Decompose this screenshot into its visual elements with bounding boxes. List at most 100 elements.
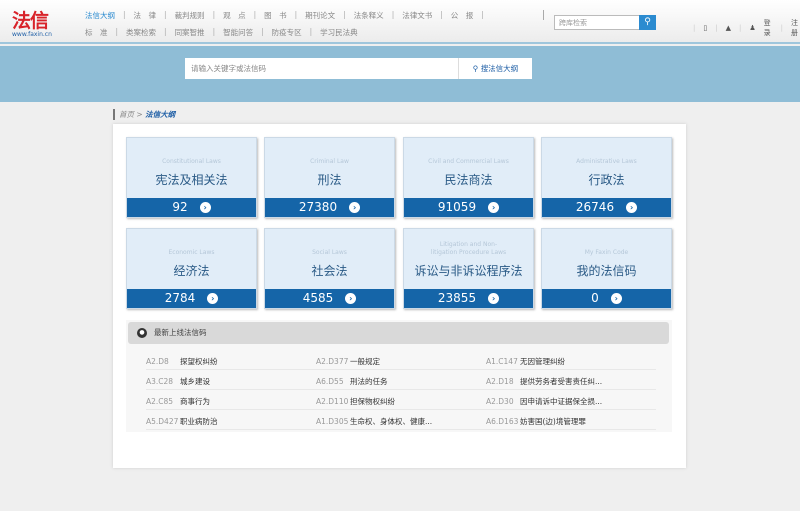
law-category-card[interactable]: My Faxin Code 我的法信码 0 › bbox=[541, 228, 672, 309]
card-count: 92 bbox=[172, 200, 188, 214]
card-english-label: Litigation and Non-litigation Procedure … bbox=[430, 241, 507, 256]
law-category-card[interactable]: Criminal Law 刑法 27380 › bbox=[264, 137, 395, 218]
nav-row-2: 标 准 | 类案检索 | 同案智推 | 智能问答 | 防疫专区 | 学习民法典 bbox=[85, 27, 358, 38]
card-title: 经济法 bbox=[173, 264, 210, 278]
card-count-bar[interactable]: 27380 › bbox=[265, 198, 394, 217]
code-title[interactable]: 探望权纠纷 bbox=[180, 357, 218, 366]
chevron-right-icon[interactable]: › bbox=[610, 293, 622, 304]
list-item[interactable]: A6.D163 妨害国(边)境管理罪 bbox=[486, 413, 656, 429]
nav-separator: | bbox=[212, 10, 216, 19]
logo[interactable]: 法信 bbox=[12, 6, 49, 33]
card-count-bar[interactable]: 2784 › bbox=[127, 289, 256, 308]
nav-separator: | bbox=[440, 10, 443, 19]
code-title[interactable]: 一般规定 bbox=[350, 357, 380, 366]
table-row: A2.C85 商事行为 A2.D110 担保物权纠纷 A2.D30 因申请诉中证据保全损.… bbox=[146, 393, 656, 410]
code-title[interactable]: 提供劳务者受害责任纠... bbox=[520, 377, 602, 386]
chevron-right-icon[interactable]: › bbox=[349, 202, 361, 213]
nav-item[interactable]: 标 准 bbox=[85, 27, 108, 38]
list-item[interactable]: A1.C147 无因管理纠纷 bbox=[486, 353, 656, 369]
card-count-bar[interactable]: 26746 › bbox=[542, 198, 671, 217]
list-item[interactable]: A2.D377 一般规定 bbox=[316, 353, 486, 369]
code-title[interactable]: 刑法的任务 bbox=[350, 377, 388, 386]
list-item[interactable]: A2.C85 商事行为 bbox=[146, 393, 316, 409]
nav-item[interactable]: 学习民法典 bbox=[320, 27, 358, 38]
card-english-label: Administrative Laws bbox=[576, 158, 637, 165]
card-count: 26746 bbox=[575, 200, 615, 214]
card-count-bar[interactable]: 0 › bbox=[542, 289, 671, 308]
code-title[interactable]: 商事行为 bbox=[180, 397, 210, 406]
nav-separator: | bbox=[391, 10, 395, 19]
chevron-right-icon[interactable]: › bbox=[488, 293, 500, 304]
cross-search-input[interactable]: 跨库检索 bbox=[554, 15, 640, 30]
table-row: A3.C28 城乡建设 A6.D55 刑法的任务 A2.D18 提供劳务者受害责任纠... bbox=[146, 373, 656, 390]
nav-item[interactable]: 防疫专区 bbox=[272, 27, 302, 38]
nav-item[interactable]: 法律文书 bbox=[402, 10, 432, 21]
breadcrumb-sep: > bbox=[136, 110, 143, 119]
search-icon[interactable]: ⚲ bbox=[639, 15, 656, 30]
card-title: 我的法信码 bbox=[576, 264, 637, 278]
nav-item[interactable]: 观 点 bbox=[223, 10, 246, 21]
card-count-bar[interactable]: 23855 › bbox=[404, 289, 533, 308]
law-category-card[interactable]: Litigation and Non-litigation Procedure … bbox=[403, 228, 534, 309]
nav-separator: | bbox=[309, 27, 313, 36]
faxin-code: A2.D8 bbox=[146, 357, 169, 366]
list-item[interactable]: A2.D110 担保物权纠纷 bbox=[316, 393, 486, 409]
chevron-right-icon[interactable]: › bbox=[626, 202, 638, 213]
register-link[interactable]: 注册 bbox=[791, 18, 800, 38]
faxin-code: A2.D377 bbox=[316, 357, 349, 366]
list-item[interactable]: A5.D427 职业病防治 bbox=[146, 413, 316, 429]
chevron-right-icon[interactable]: › bbox=[488, 202, 500, 213]
faxin-code: A3.C28 bbox=[146, 377, 174, 386]
law-category-card[interactable]: Constitutional Laws 宪法及相关法 92 › bbox=[126, 137, 257, 218]
table-row: A5.D427 职业病防治 A1.D305 生命权、身体权、健康... A6.D163 妨… bbox=[146, 413, 656, 430]
code-title[interactable]: 无因管理纠纷 bbox=[520, 357, 565, 366]
card-count: 2784 bbox=[164, 291, 196, 305]
faxin-code: A1.C147 bbox=[486, 357, 518, 366]
card-count-bar[interactable]: 92 › bbox=[127, 198, 256, 217]
list-item[interactable]: A1.D305 生命权、身体权、健康... bbox=[316, 413, 486, 429]
chevron-right-icon[interactable]: › bbox=[199, 202, 211, 213]
keyword-search-input[interactable]: 请输入关键字或法信码 bbox=[185, 58, 458, 79]
list-item[interactable]: A3.C28 城乡建设 bbox=[146, 373, 316, 389]
code-title[interactable]: 妨害国(边)境管理罪 bbox=[520, 417, 586, 426]
card-english-label: Constitutional Laws bbox=[162, 158, 221, 165]
nav-item[interactable]: 期刊论文 bbox=[305, 10, 335, 21]
nav-item[interactable]: 类案检索 bbox=[126, 27, 156, 38]
nav-item[interactable]: 同案智推 bbox=[175, 27, 205, 38]
table-row: A2.D8 探望权纠纷 A2.D377 一般规定 A1.C147 无因管理纠纷 bbox=[146, 353, 656, 370]
law-category-card[interactable]: Social Laws 社会法 4585 › bbox=[264, 228, 395, 309]
nav-item[interactable]: 法 律 bbox=[134, 10, 157, 21]
nav-item[interactable]: 法条释义 bbox=[354, 10, 384, 21]
faxin-code: A6.D163 bbox=[486, 417, 519, 426]
list-item[interactable]: A2.D30 因申请诉中证据保全损... bbox=[486, 393, 656, 409]
faxin-code: A2.D110 bbox=[316, 397, 349, 406]
card-count-bar[interactable]: 4585 › bbox=[265, 289, 394, 308]
list-item[interactable]: A6.D55 刑法的任务 bbox=[316, 373, 486, 389]
nav-item[interactable]: 公 报 bbox=[451, 10, 474, 21]
law-category-card[interactable]: Administrative Laws 行政法 26746 › bbox=[541, 137, 672, 218]
nav-separator: | bbox=[164, 10, 167, 19]
search-outline-button[interactable]: ⚲ 搜法信大纲 bbox=[458, 58, 532, 79]
card-title: 诉讼与非诉讼程序法 bbox=[414, 264, 523, 278]
code-title[interactable]: 生命权、身体权、健康... bbox=[350, 417, 432, 426]
nav-separator: | bbox=[212, 27, 216, 36]
chevron-right-icon[interactable]: › bbox=[207, 293, 219, 304]
list-item[interactable]: A2.D8 探望权纠纷 bbox=[146, 353, 316, 369]
warning-icon[interactable]: ▲ bbox=[726, 24, 731, 32]
chevron-right-icon[interactable]: › bbox=[345, 293, 357, 304]
card-count-bar[interactable]: 91059 › bbox=[404, 198, 533, 217]
law-category-card[interactable]: Civil and Commercial Laws 民法商法 91059 › bbox=[403, 137, 534, 218]
code-title[interactable]: 职业病防治 bbox=[180, 417, 218, 426]
law-category-card[interactable]: Economic Laws 经济法 2784 › bbox=[126, 228, 257, 309]
code-title[interactable]: 担保物权纠纷 bbox=[350, 397, 395, 406]
nav-item[interactable]: 法信大纲 bbox=[85, 10, 115, 21]
mobile-icon[interactable]: ▯ bbox=[703, 24, 707, 32]
login-link[interactable]: 登录 bbox=[764, 18, 773, 38]
nav-item[interactable]: 裁判规则 bbox=[175, 10, 205, 21]
breadcrumb-home[interactable]: 首页 bbox=[119, 110, 134, 119]
list-item[interactable]: A2.D18 提供劳务者受害责任纠... bbox=[486, 373, 656, 389]
code-title[interactable]: 因申请诉中证据保全损... bbox=[520, 397, 602, 406]
nav-item[interactable]: 图 书 bbox=[264, 10, 287, 21]
nav-item[interactable]: 智能问答 bbox=[223, 27, 253, 38]
code-title[interactable]: 城乡建设 bbox=[180, 377, 210, 386]
